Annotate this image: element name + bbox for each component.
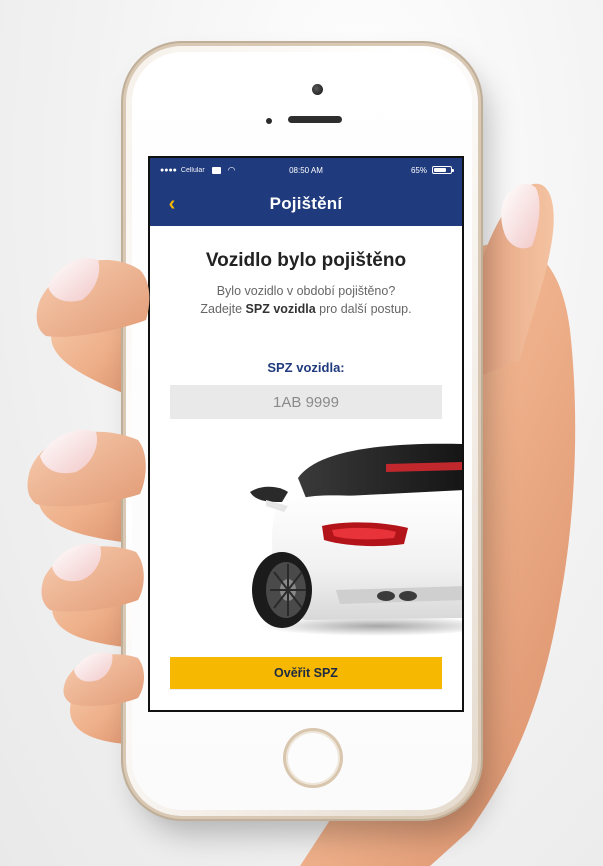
- car-illustration: [246, 443, 462, 636]
- section-heading: Vozidlo bylo pojištěno: [205, 250, 407, 271]
- home-button[interactable]: [283, 728, 343, 788]
- spz-input[interactable]: [170, 385, 442, 419]
- battery-icon: [432, 166, 454, 174]
- description-line-2-bold: SPZ vozidla: [245, 302, 316, 316]
- scene-background: ●●●● Cellular ◠ 08:50 AM 65% ‹ Pojištění…: [0, 0, 603, 866]
- navigation-bar: ‹ Pojištění: [150, 182, 462, 226]
- verify-spz-button[interactable]: Ověřit SPZ: [170, 657, 442, 689]
- front-camera-icon: [312, 84, 323, 95]
- description-line-1: Bylo vozidlo v období pojištěno?: [216, 284, 396, 298]
- battery-percent: 65%: [410, 165, 427, 175]
- proximity-sensor-icon: [266, 118, 272, 124]
- description-line-2-prefix: Zadejte: [200, 302, 246, 316]
- app-screen: ●●●● Cellular ◠ 08:50 AM 65% ‹ Pojištění…: [148, 156, 464, 712]
- earpiece-speaker-icon: [288, 116, 342, 123]
- status-bar: ●●●● Cellular ◠ 08:50 AM 65%: [150, 158, 462, 182]
- page-title: Pojištění: [269, 194, 343, 213]
- section-description: Bylo vozidlo v období pojištěno? Zadejte…: [160, 282, 452, 318]
- status-right: 65%: [410, 158, 454, 182]
- description-line-2-suffix: pro další postup.: [315, 302, 412, 316]
- main-content: Vozidlo bylo pojištěno Bylo vozidlo v ob…: [150, 226, 462, 710]
- spz-field-label: SPZ vozidla:: [267, 360, 345, 375]
